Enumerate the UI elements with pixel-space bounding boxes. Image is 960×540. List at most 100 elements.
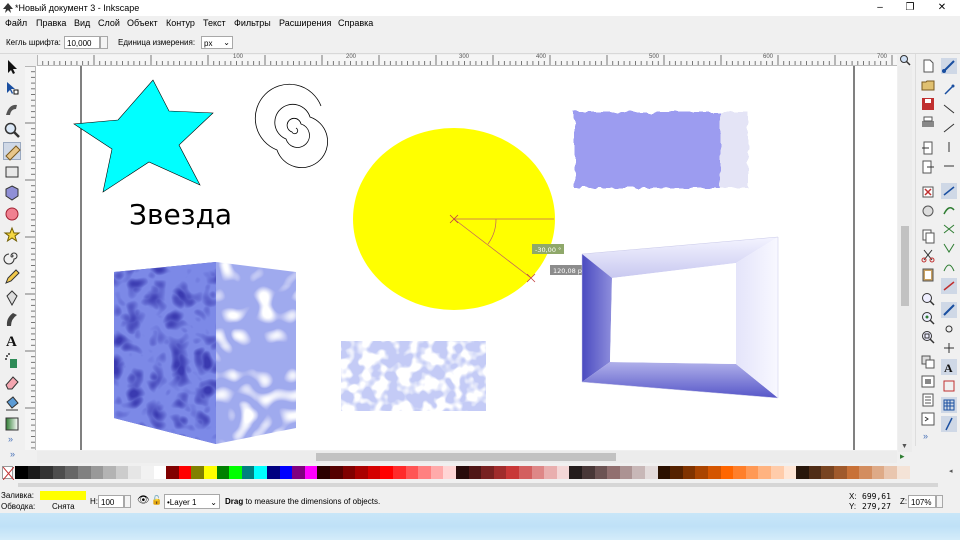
color-swatch[interactable] [493, 466, 507, 479]
layer-visibility-icon[interactable]: 👁 [137, 495, 150, 506]
color-swatch[interactable] [808, 466, 822, 479]
snap-text-baseline-button[interactable]: A [941, 359, 957, 375]
color-swatch[interactable] [544, 466, 558, 479]
color-swatch[interactable] [27, 466, 41, 479]
cut-button[interactable] [920, 247, 936, 263]
snap-bbox-corners-button[interactable] [941, 120, 957, 136]
color-swatch[interactable] [153, 466, 167, 479]
font-size-input[interactable]: 10,000 [64, 36, 100, 49]
color-swatch[interactable] [279, 466, 293, 479]
layer-select[interactable]: •Layer 1 ⌄ [164, 494, 220, 509]
opacity-spinner[interactable] [124, 495, 131, 508]
color-swatch[interactable] [619, 466, 633, 479]
color-swatch[interactable] [859, 466, 873, 479]
eraser-tool[interactable] [3, 373, 21, 391]
color-swatch[interactable] [607, 466, 621, 479]
drawing-canvas[interactable]: Звезда -30,00 ° 120,08 px [36, 66, 897, 450]
save-button[interactable] [920, 96, 936, 112]
color-swatch[interactable] [645, 466, 658, 479]
paste-button[interactable] [920, 266, 936, 282]
toolbox-overflow-icon[interactable]: » [8, 434, 13, 444]
snap-centers-button[interactable] [941, 158, 957, 174]
color-swatch[interactable] [65, 466, 79, 479]
color-swatch[interactable] [443, 466, 457, 479]
color-swatch[interactable] [178, 466, 192, 479]
star-tool[interactable] [3, 226, 21, 244]
menu-object[interactable]: Объект [127, 18, 158, 28]
snap-toggle-button[interactable] [941, 58, 957, 74]
zoom-drawing-button[interactable] [920, 310, 936, 326]
fill-indicator[interactable] [40, 491, 86, 500]
snap-object-center-button[interactable] [941, 321, 957, 337]
minimize-button[interactable]: – [866, 0, 894, 16]
export-button[interactable] [920, 159, 936, 175]
zoom-input[interactable]: 107% [908, 495, 936, 508]
menu-view[interactable]: Вид [74, 18, 90, 28]
snap-smooth-button[interactable] [941, 259, 957, 275]
color-swatch[interactable] [632, 466, 646, 479]
horizontal-scroll-thumb[interactable] [316, 453, 616, 461]
snap-cusp-button[interactable] [941, 240, 957, 256]
snap-bbox-edges-button[interactable] [941, 101, 957, 117]
color-swatch[interactable] [128, 466, 142, 479]
color-swatch[interactable] [556, 466, 570, 479]
snap-others-button[interactable] [941, 302, 957, 318]
color-swatch[interactable] [241, 466, 255, 479]
commands-overflow-icon[interactable]: » [923, 431, 928, 441]
gradient-tool[interactable] [3, 415, 21, 433]
scroll-down-icon[interactable]: ▼ [901, 443, 908, 450]
bucket-tool[interactable] [3, 394, 21, 412]
ellipse-tool[interactable] [3, 205, 21, 223]
color-swatch[interactable] [304, 466, 318, 479]
color-swatch[interactable] [40, 466, 54, 479]
color-swatch[interactable] [531, 466, 545, 479]
import-button[interactable] [920, 140, 936, 156]
copy-button[interactable] [920, 228, 936, 244]
zoom-spinner[interactable] [936, 495, 943, 508]
snap-bbox-button[interactable] [941, 82, 957, 98]
color-swatch[interactable] [330, 466, 343, 479]
snap-midpoints-button[interactable] [941, 139, 957, 155]
pencil-tool[interactable] [3, 268, 21, 286]
layer-lock-icon[interactable]: 🔓 [151, 495, 162, 506]
color-swatch[interactable] [796, 466, 810, 479]
rect-tool[interactable] [3, 163, 21, 181]
opacity-input[interactable]: 100 [98, 495, 124, 508]
snap-nodes-button[interactable] [941, 183, 957, 199]
zoom-selection-button[interactable] [920, 291, 936, 307]
no-paint-swatch[interactable] [2, 466, 15, 481]
color-swatch[interactable] [569, 466, 583, 479]
zoom-tool[interactable] [3, 121, 21, 139]
color-swatch[interactable] [15, 466, 28, 479]
color-swatch[interactable] [367, 466, 381, 479]
color-swatch[interactable] [846, 466, 860, 479]
menu-text[interactable]: Текст [203, 18, 226, 28]
color-swatch[interactable] [695, 466, 709, 479]
font-size-spinner[interactable] [100, 36, 108, 49]
print-button[interactable] [920, 115, 936, 131]
color-swatch[interactable] [682, 466, 696, 479]
snap-page-border-button[interactable] [941, 378, 957, 394]
color-swatch[interactable] [254, 466, 268, 479]
palette-scroll-thumb[interactable] [18, 483, 938, 487]
close-button[interactable]: ✕ [928, 0, 956, 16]
color-swatch[interactable] [481, 466, 495, 479]
menu-edit[interactable]: Правка [36, 18, 66, 28]
color-swatch[interactable] [430, 466, 444, 479]
color-swatch[interactable] [78, 466, 91, 479]
node-tool[interactable] [3, 79, 21, 97]
new-document-button[interactable] [920, 58, 936, 74]
color-swatch[interactable] [783, 466, 797, 479]
menu-extensions[interactable]: Расширения [279, 18, 331, 28]
menu-filters[interactable]: Фильтры [234, 18, 271, 28]
palette-menu-icon[interactable]: ◂ [949, 467, 957, 478]
color-swatch[interactable] [229, 466, 243, 479]
color-swatch[interactable] [90, 466, 104, 479]
color-swatch[interactable] [355, 466, 369, 479]
color-swatch[interactable] [758, 466, 772, 479]
color-swatch[interactable] [317, 466, 331, 479]
zoom-corner-button[interactable] [898, 54, 912, 66]
ungroup-button[interactable] [920, 392, 936, 408]
snap-rotation-center-button[interactable] [941, 340, 957, 356]
group-button[interactable] [920, 373, 936, 389]
